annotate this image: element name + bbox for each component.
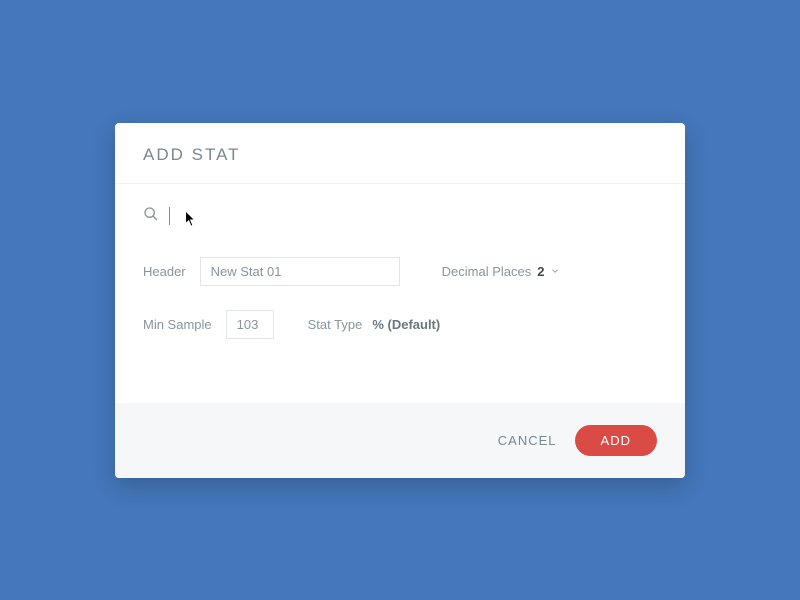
search-icon (143, 206, 159, 227)
search-row (143, 206, 657, 227)
header-input[interactable] (200, 257, 400, 286)
decimal-places-label: Decimal Places (442, 264, 532, 279)
add-button[interactable]: ADD (575, 425, 657, 456)
decimal-places-dropdown[interactable]: 2 (537, 264, 560, 279)
header-row: Header Decimal Places 2 (143, 257, 657, 286)
dialog-footer: CANCEL ADD (115, 403, 685, 478)
search-caret (169, 207, 170, 225)
cancel-button[interactable]: CANCEL (498, 433, 557, 448)
minsample-row: Min Sample Stat Type % (Default) (143, 310, 657, 339)
dialog-title: ADD STAT (143, 145, 657, 165)
chevron-down-icon (550, 264, 560, 279)
stat-type-label: Stat Type (308, 317, 363, 332)
header-label: Header (143, 264, 186, 279)
min-sample-input[interactable] (226, 310, 274, 339)
search-input[interactable] (180, 206, 480, 226)
add-stat-dialog: ADD STAT Header Decimal Places 2 (115, 123, 685, 478)
dialog-header: ADD STAT (115, 123, 685, 184)
decimal-places-value: 2 (537, 264, 544, 279)
decimal-places-group: Decimal Places 2 (442, 264, 561, 279)
stat-type-value: % (Default) (372, 317, 440, 332)
stat-type-group: Stat Type % (Default) (308, 317, 441, 332)
dialog-body: Header Decimal Places 2 Min Sample Stat … (115, 184, 685, 403)
min-sample-label: Min Sample (143, 317, 212, 332)
